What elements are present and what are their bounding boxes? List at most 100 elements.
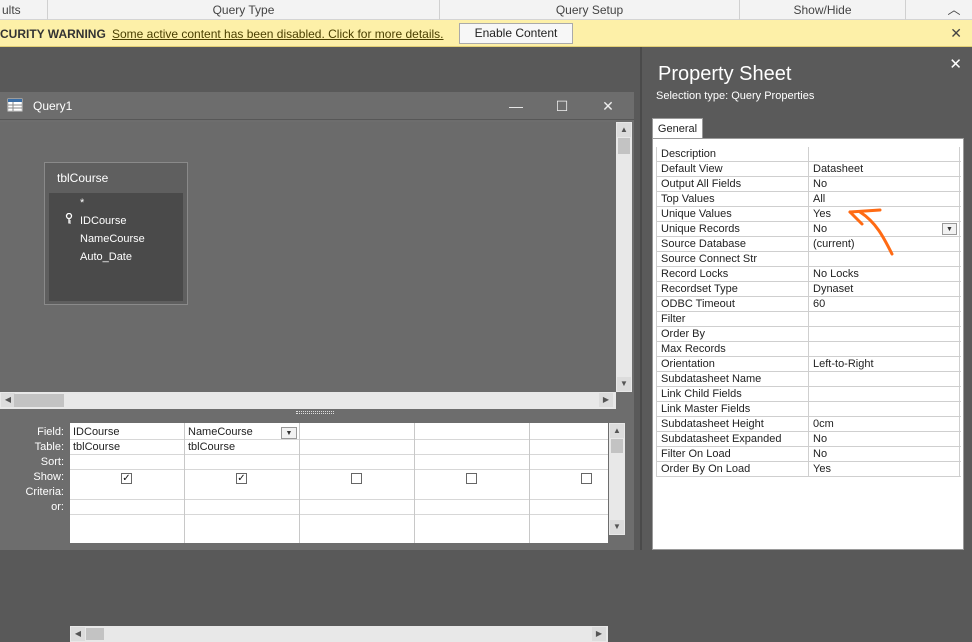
close-query-button[interactable]: ✕ <box>594 96 622 116</box>
scroll-left-arrow-icon[interactable]: ◀ <box>71 627 85 641</box>
grid-sort-cell[interactable] <box>415 455 529 470</box>
table-box-tblcourse[interactable]: tblCourse * IDCourse NameCourse Auto_Dat… <box>44 162 188 305</box>
grid-criteria-cell[interactable] <box>530 485 608 500</box>
scroll-right-arrow-icon[interactable]: ▶ <box>599 393 613 407</box>
table-pane-horizontal-scrollbar[interactable]: ◀ ▶ <box>0 392 616 409</box>
grid-or-cell[interactable] <box>300 500 414 515</box>
property-row[interactable]: Order By <box>656 327 961 342</box>
grid-table-cell[interactable]: tblCourse <box>185 440 299 455</box>
grid-column[interactable] <box>530 423 608 543</box>
minimize-button[interactable]: — <box>502 96 530 116</box>
property-row[interactable]: Default View Datasheet <box>656 162 961 177</box>
property-value[interactable]: Datasheet <box>810 162 960 177</box>
scroll-up-arrow-icon[interactable]: ▲ <box>610 424 624 438</box>
property-row[interactable]: Order By On Load Yes <box>656 462 961 477</box>
scroll-down-arrow-icon[interactable]: ▼ <box>610 520 624 534</box>
field-item-all[interactable]: * <box>80 197 84 209</box>
property-value[interactable]: No Locks <box>810 267 960 282</box>
grid-or-cell[interactable] <box>185 500 299 515</box>
dropdown-arrow-icon[interactable]: ▼ <box>942 223 957 235</box>
property-value[interactable]: Yes <box>810 462 960 477</box>
table-pane-vertical-scrollbar[interactable]: ▲ ▼ <box>616 122 632 392</box>
field-item-idcourse[interactable]: IDCourse <box>80 215 126 227</box>
show-checkbox[interactable]: ✓ <box>121 473 132 484</box>
property-value[interactable]: No <box>810 447 960 462</box>
grid-horizontal-scrollbar[interactable]: ◀ ▶ <box>70 626 608 642</box>
scroll-thumb[interactable] <box>611 439 623 453</box>
property-value[interactable]: Left-to-Right <box>810 357 960 372</box>
property-value[interactable] <box>810 327 960 342</box>
grid-column[interactable] <box>415 423 530 543</box>
pane-splitter[interactable] <box>0 409 634 417</box>
property-row[interactable]: Filter <box>656 312 961 327</box>
property-value[interactable] <box>810 312 960 327</box>
grid-or-cell[interactable] <box>415 500 529 515</box>
property-row[interactable]: Source Database (current) <box>656 237 961 252</box>
property-value[interactable]: 60 <box>810 297 960 312</box>
scroll-left-arrow-icon[interactable]: ◀ <box>1 393 15 407</box>
property-row[interactable]: Max Records <box>656 342 961 357</box>
grid-field-cell[interactable] <box>530 425 608 440</box>
field-item-auto-date[interactable]: Auto_Date <box>80 251 132 263</box>
property-row[interactable]: Orientation Left-to-Right <box>656 357 961 372</box>
grid-criteria-cell[interactable] <box>415 485 529 500</box>
grid-sort-cell[interactable] <box>185 455 299 470</box>
close-warning-icon[interactable]: ✕ <box>950 25 962 42</box>
show-checkbox[interactable] <box>351 473 362 484</box>
grid-column[interactable]: IDCourse tblCourse ✓ <box>70 423 185 543</box>
scroll-thumb[interactable] <box>14 394 64 407</box>
scroll-down-arrow-icon[interactable]: ▼ <box>617 377 631 391</box>
property-row[interactable]: Record Locks No Locks <box>656 267 961 282</box>
show-checkbox[interactable] <box>581 473 592 484</box>
property-row[interactable]: Unique Values Yes <box>656 207 961 222</box>
property-value[interactable]: Dynaset <box>810 282 960 297</box>
grid-sort-cell[interactable] <box>70 455 184 470</box>
collapse-ribbon-button[interactable]: ︿ <box>942 1 966 19</box>
property-value[interactable]: No <box>810 432 960 447</box>
query-design-grid[interactable]: IDCourse tblCourse ✓ NameCourse ▼ tblCou… <box>70 423 608 543</box>
grid-column[interactable] <box>300 423 415 543</box>
grid-table-cell[interactable]: tblCourse <box>70 440 184 455</box>
property-row[interactable]: Recordset Type Dynaset <box>656 282 961 297</box>
property-value[interactable] <box>810 147 960 162</box>
grid-or-cell[interactable] <box>530 500 608 515</box>
grid-table-cell[interactable] <box>530 440 608 455</box>
table-pane[interactable]: tblCourse * IDCourse NameCourse Auto_Dat… <box>0 122 616 392</box>
scroll-right-arrow-icon[interactable]: ▶ <box>592 627 606 641</box>
grid-vertical-scrollbar[interactable]: ▲ ▼ <box>609 423 625 535</box>
property-row[interactable]: Subdatasheet Expanded No <box>656 432 961 447</box>
grid-sort-cell[interactable] <box>530 455 608 470</box>
property-row[interactable]: Link Master Fields <box>656 402 961 417</box>
field-dropdown-arrow-icon[interactable]: ▼ <box>281 427 297 439</box>
scroll-thumb[interactable] <box>86 628 104 640</box>
property-row[interactable]: Subdatasheet Name <box>656 372 961 387</box>
grid-table-cell[interactable] <box>300 440 414 455</box>
grid-criteria-cell[interactable] <box>300 485 414 500</box>
property-value[interactable]: No <box>810 177 960 192</box>
property-row[interactable]: ODBC Timeout 60 <box>656 297 961 312</box>
property-row[interactable]: Description <box>656 147 961 162</box>
scroll-thumb[interactable] <box>618 138 630 154</box>
close-property-sheet-icon[interactable]: ✕ <box>949 55 962 73</box>
show-checkbox[interactable] <box>466 473 477 484</box>
show-checkbox[interactable]: ✓ <box>236 473 247 484</box>
grid-criteria-cell[interactable] <box>185 485 299 500</box>
enable-content-button[interactable]: Enable Content <box>459 23 573 44</box>
maximize-button[interactable]: ☐ <box>548 96 576 116</box>
field-item-namecourse[interactable]: NameCourse <box>80 233 145 245</box>
grid-field-cell[interactable] <box>415 425 529 440</box>
property-row[interactable]: Subdatasheet Height 0cm <box>656 417 961 432</box>
property-row[interactable]: Unique Records No ▼ <box>656 222 961 237</box>
security-warning-details-link[interactable]: Some active content has been disabled. C… <box>112 27 444 41</box>
property-value[interactable] <box>810 387 960 402</box>
property-row[interactable]: Top Values All <box>656 192 961 207</box>
property-value[interactable] <box>810 342 960 357</box>
property-row[interactable]: Filter On Load No <box>656 447 961 462</box>
grid-criteria-cell[interactable] <box>70 485 184 500</box>
scroll-up-arrow-icon[interactable]: ▲ <box>617 123 631 137</box>
property-row[interactable]: Source Connect Str <box>656 252 961 267</box>
property-value[interactable] <box>810 402 960 417</box>
grid-field-cell[interactable]: IDCourse <box>70 425 184 440</box>
grid-or-cell[interactable] <box>70 500 184 515</box>
grid-field-cell[interactable] <box>300 425 414 440</box>
